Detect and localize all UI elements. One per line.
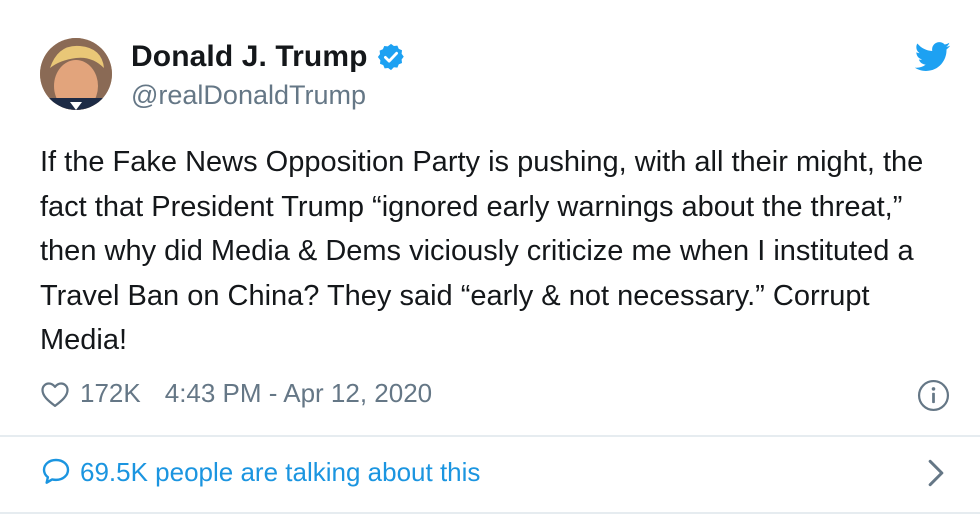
speech-bubble-icon (40, 456, 72, 488)
author-handle[interactable]: @realDonaldTrump (131, 80, 366, 111)
tweet-timestamp[interactable]: 4:43 PM - Apr 12, 2020 (165, 378, 432, 409)
like-count[interactable]: 172K (80, 378, 141, 409)
twitter-bird-icon[interactable] (914, 42, 951, 72)
conversation-text[interactable]: 69.5K people are talking about this (80, 457, 480, 488)
chevron-right-icon[interactable] (925, 458, 947, 488)
tweet-meta: 172K 4:43 PM - Apr 12, 2020 (40, 378, 432, 409)
bottom-border (0, 512, 980, 514)
embedded-tweet-card: Donald J. Trump @realDonaldTrump If the … (0, 0, 980, 524)
tweet-text: If the Fake News Opposition Party is pus… (40, 146, 924, 356)
author-row: Donald J. Trump (131, 40, 406, 74)
divider (0, 435, 980, 437)
verified-badge-icon (376, 42, 406, 72)
heart-icon[interactable] (40, 380, 70, 408)
info-icon[interactable] (917, 379, 950, 412)
avatar-image (40, 38, 112, 110)
author-name[interactable]: Donald J. Trump (131, 40, 368, 74)
conversation-link[interactable]: 69.5K people are talking about this (40, 456, 480, 488)
avatar[interactable] (40, 38, 112, 110)
